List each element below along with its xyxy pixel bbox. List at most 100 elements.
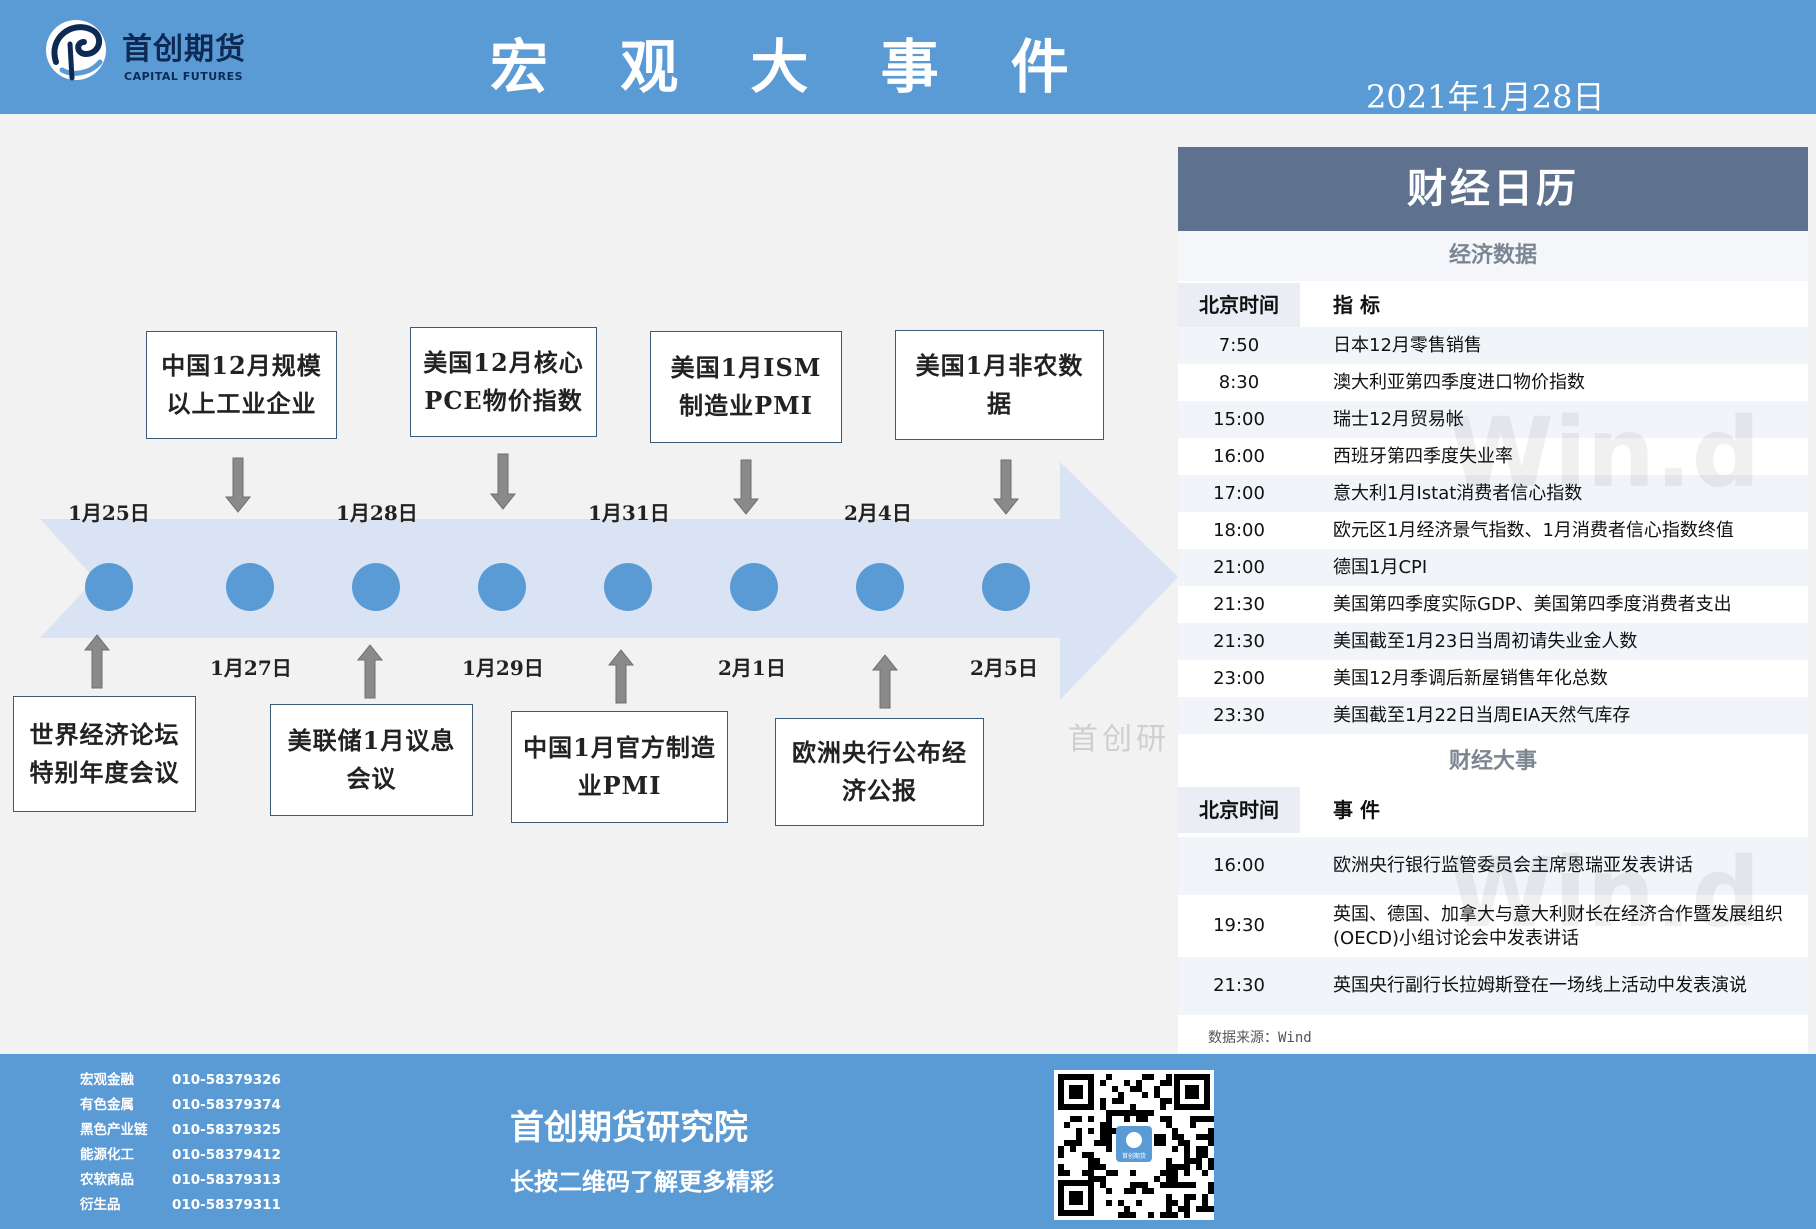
up-arrow-icon [871,654,899,709]
row-item: 美国截至1月22日当周EIA天然气库存 [1333,705,1631,726]
row-item: 日本12月零售销售 [1333,335,1482,356]
contact-item: 宏观金融 010-58379326 [80,1068,281,1093]
contact-item: 黑色产业链 010-58379325 [80,1118,281,1143]
qr-module [1106,1170,1112,1176]
qr-module [1208,1128,1214,1134]
qr-module [1118,1098,1124,1104]
qr-module [1106,1134,1112,1140]
qr-module [1190,1116,1196,1122]
contact-name: 能源化工 [80,1147,134,1163]
qr-module [1106,1116,1112,1122]
qr-module [1184,1170,1190,1176]
qr-module [1100,1176,1106,1182]
qr-module [1184,1200,1190,1206]
qr-module [1184,1182,1190,1188]
row-time: 19:30 [1213,915,1265,936]
qr-module [1184,1152,1190,1158]
timeline-dot [226,563,274,611]
footer-banner: 宏观金融 010-58379326 有色金属 010-58379374 黑色产业链 0… [0,1054,1816,1229]
row-time: 16:00 [1213,446,1265,467]
qr-module [1166,1074,1172,1080]
report-date: 2021年1月28日 [1366,78,1605,116]
row-time: 21:30 [1213,594,1265,615]
event-timeline: 1月25日 1月28日 1月31日 2月4日 1月27日 1月29日 2月1日 … [0,114,1180,1054]
qr-module [1136,1182,1142,1188]
econ-row: 23:00 美国12月季调后新屋销售年化总数 [1178,660,1808,697]
qr-module [1142,1074,1148,1080]
qr-module [1196,1116,1202,1122]
qr-module [1196,1146,1202,1152]
qr-module [1130,1182,1136,1188]
calendar-title: 财经日历 [1178,147,1808,231]
qr-module [1202,1206,1208,1212]
econ-table-header: 北京时间 指 标 [1178,283,1808,327]
qr-module [1130,1170,1136,1176]
timeline-date: 1月25日 [68,501,150,525]
event-row: 21:30 英国央行副行长拉姆斯登在一场线上活动中发表演说 [1178,957,1808,1015]
contact-name: 宏观金融 [80,1072,134,1088]
qr-module [1202,1134,1208,1140]
qr-module [1196,1158,1202,1164]
qr-module [1112,1086,1118,1092]
qr-module [1160,1116,1166,1122]
timeline-date: 1月27日 [210,656,292,680]
watermark-text: 首创研 [1068,722,1170,757]
qr-module [1190,1182,1196,1188]
econ-row: 21:30 美国第四季度实际GDP、美国第四季度消费者支出 [1178,586,1808,623]
qr-module [1100,1080,1106,1086]
qr-module [1058,1146,1064,1152]
qr-module [1100,1164,1106,1170]
qr-module [1178,1182,1184,1188]
qr-module [1160,1080,1166,1086]
qr-module [1130,1086,1136,1092]
qr-module [1088,1170,1094,1176]
event-box: 美联储1月议息会议 [270,704,473,816]
timeline-date: 1月28日 [336,501,418,525]
row-time: 8:30 [1218,372,1260,393]
row-item: 英国央行副行长拉姆斯登在一场线上活动中发表演说 [1333,975,1747,996]
qr-module [1106,1128,1112,1134]
qr-module [1208,1158,1214,1164]
qr-module [1100,1104,1106,1110]
contact-item: 有色金属 010-58379374 [80,1093,281,1118]
qr-module [1142,1110,1148,1116]
qr-code[interactable]: 首创期货 [1054,1070,1214,1220]
row-time: 23:30 [1213,705,1265,726]
events-table-header: 北京时间 事 件 [1178,787,1808,833]
org-name: 首创期货研究院 [510,1108,748,1148]
qr-module [1058,1152,1064,1158]
qr-center-label: 首创期货 [1122,1152,1146,1160]
qr-module [1208,1164,1214,1170]
qr-module [1208,1140,1214,1146]
qr-module [1136,1086,1142,1092]
timeline-dot [85,563,133,611]
header-time: 北京时间 [1178,283,1300,327]
contact-phone: 010-58379326 [172,1072,281,1088]
qr-module [1166,1182,1172,1188]
contact-item: 农软商品 010-58379313 [80,1168,281,1193]
row-time: 23:00 [1213,668,1265,689]
qr-module [1100,1128,1106,1134]
down-arrow-icon [992,459,1020,515]
qr-module [1124,1116,1130,1122]
qr-module [1142,1116,1148,1122]
timeline-dot [982,563,1030,611]
qr-module [1136,1080,1142,1086]
qr-module [1166,1164,1172,1170]
row-item: 德国1月CPI [1333,557,1428,578]
qr-module [1142,1092,1148,1098]
up-arrow-icon [83,634,111,689]
qr-module [1166,1206,1172,1212]
qr-module [1058,1170,1064,1176]
up-arrow-icon [607,649,635,704]
qr-module [1124,1212,1130,1218]
timeline-dot [478,563,526,611]
header-item: 指 标 [1333,293,1380,317]
qr-module [1166,1080,1172,1086]
qr-module [1106,1140,1112,1146]
qr-module [1172,1176,1178,1182]
qr-module [1094,1158,1100,1164]
row-item: 澳大利亚第四季度进口物价指数 [1333,372,1585,393]
qr-module [1166,1176,1172,1182]
qr-module [1106,1146,1112,1152]
